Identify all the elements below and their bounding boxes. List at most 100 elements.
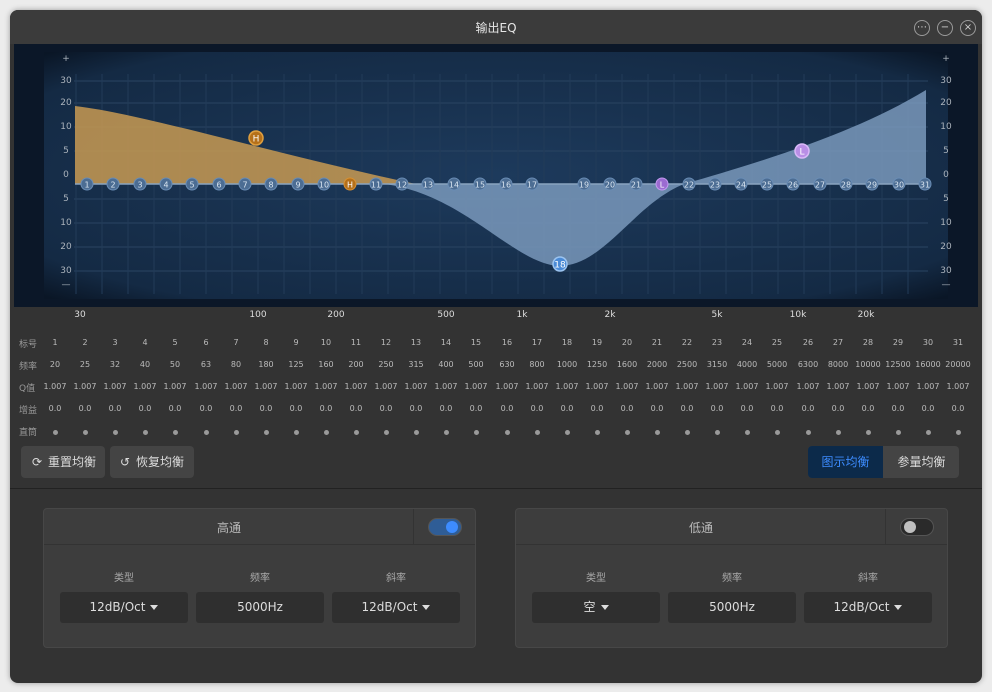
- lowpass-type-select[interactable]: 空: [532, 592, 660, 623]
- bypass-dot[interactable]: [83, 430, 88, 435]
- band-q-cell[interactable]: 1.007: [221, 382, 251, 391]
- band-marker[interactable]: 28: [839, 177, 853, 191]
- band-marker[interactable]: 5: [185, 177, 199, 191]
- band-freq-cell[interactable]: 315: [401, 360, 431, 369]
- band-gain-cell[interactable]: 0.0: [732, 404, 762, 413]
- bypass-dot[interactable]: [625, 430, 630, 435]
- band-gain-cell[interactable]: 0.0: [702, 404, 732, 413]
- band-freq-cell[interactable]: 2500: [672, 360, 702, 369]
- bypass-dot[interactable]: [896, 430, 901, 435]
- band-freq-cell[interactable]: 12500: [883, 360, 913, 369]
- band-freq-cell[interactable]: 50: [160, 360, 190, 369]
- band-q-cell[interactable]: 1.007: [883, 382, 913, 391]
- band-freq-cell[interactable]: 2000: [642, 360, 672, 369]
- band-q-cell[interactable]: 1.007: [492, 382, 522, 391]
- band-q-cell[interactable]: 1.007: [672, 382, 702, 391]
- bypass-dot[interactable]: [113, 430, 118, 435]
- band-gain-cell[interactable]: 0.0: [552, 404, 582, 413]
- bypass-dot[interactable]: [143, 430, 148, 435]
- bypass-dot[interactable]: [655, 430, 660, 435]
- parametric-eq-tab[interactable]: 参量均衡: [884, 446, 959, 478]
- band-gain-cell[interactable]: 0.0: [371, 404, 401, 413]
- restore-eq-button[interactable]: ↺ 恢复均衡: [110, 446, 194, 478]
- eq-curve-plot[interactable]: 1 2 3 4 5 6 7 8 9 10 H 11 12 13 14 15 16 17 19 20 21 L 22 23 24 2…: [14, 44, 978, 307]
- bypass-dot[interactable]: [806, 430, 811, 435]
- band-marker[interactable]: 24: [734, 177, 748, 191]
- band-marker[interactable]: 19: [577, 177, 591, 191]
- band-marker[interactable]: 2: [106, 177, 120, 191]
- band-gain-cell[interactable]: 0.0: [100, 404, 130, 413]
- band-marker[interactable]: 26: [786, 177, 800, 191]
- band-gain-cell[interactable]: 0.0: [793, 404, 823, 413]
- band-marker[interactable]: 3: [133, 177, 147, 191]
- band-gain-cell[interactable]: 0.0: [191, 404, 221, 413]
- highpass-type-select[interactable]: 12dB/Oct: [60, 592, 188, 623]
- gain-scale-tick[interactable]: —: [926, 277, 966, 293]
- band-marker[interactable]: 4: [159, 177, 173, 191]
- band-marker[interactable]: 25: [760, 177, 774, 191]
- bypass-dot[interactable]: [444, 430, 449, 435]
- band-marker[interactable]: 21: [629, 177, 643, 191]
- band-gain-cell[interactable]: 0.0: [853, 404, 883, 413]
- band-q-cell[interactable]: 1.007: [371, 382, 401, 391]
- band-freq-cell[interactable]: 20000: [943, 360, 973, 369]
- band-freq-cell[interactable]: 500: [461, 360, 491, 369]
- band-marker[interactable]: 15: [473, 177, 487, 191]
- band-marker[interactable]: 13: [421, 177, 435, 191]
- band-q-cell[interactable]: 1.007: [732, 382, 762, 391]
- band-gain-cell[interactable]: 0.0: [943, 404, 973, 413]
- band-gain-cell[interactable]: 0.0: [281, 404, 311, 413]
- band-marker[interactable]: 23: [708, 177, 722, 191]
- band-gain-cell[interactable]: 0.0: [160, 404, 190, 413]
- graphic-eq-tab[interactable]: 图示均衡: [808, 446, 883, 478]
- bypass-dot[interactable]: [775, 430, 780, 435]
- band-gain-cell[interactable]: 0.0: [311, 404, 341, 413]
- minimize-icon[interactable]: −: [937, 20, 953, 36]
- band-q-cell[interactable]: 1.007: [943, 382, 973, 391]
- band-q-cell[interactable]: 1.007: [823, 382, 853, 391]
- highpass-slope-select[interactable]: 12dB/Oct: [332, 592, 460, 623]
- bypass-dot[interactable]: [926, 430, 931, 435]
- lowpass-slope-select[interactable]: 12dB/Oct: [804, 592, 932, 623]
- bypass-dot[interactable]: [535, 430, 540, 435]
- bypass-dot[interactable]: [836, 430, 841, 435]
- band-gain-cell[interactable]: 0.0: [130, 404, 160, 413]
- band-q-cell[interactable]: 1.007: [130, 382, 160, 391]
- band-q-cell[interactable]: 1.007: [793, 382, 823, 391]
- band-gain-cell[interactable]: 0.0: [40, 404, 70, 413]
- band-gain-cell[interactable]: 0.0: [582, 404, 612, 413]
- band-freq-cell[interactable]: 180: [251, 360, 281, 369]
- band-gain-cell[interactable]: 0.0: [612, 404, 642, 413]
- band-freq-cell[interactable]: 400: [431, 360, 461, 369]
- band-q-cell[interactable]: 1.007: [160, 382, 190, 391]
- band-marker[interactable]: 11: [369, 177, 383, 191]
- bypass-dot[interactable]: [294, 430, 299, 435]
- band-gain-cell[interactable]: 0.0: [672, 404, 702, 413]
- band-freq-cell[interactable]: 800: [522, 360, 552, 369]
- band-freq-cell[interactable]: 32: [100, 360, 130, 369]
- band-q-cell[interactable]: 1.007: [612, 382, 642, 391]
- band-marker[interactable]: 10: [317, 177, 331, 191]
- reset-eq-button[interactable]: ⟳ 重置均衡: [21, 446, 105, 478]
- band-marker[interactable]: L: [655, 177, 669, 191]
- band-q-cell[interactable]: 1.007: [70, 382, 100, 391]
- band-freq-cell[interactable]: 4000: [732, 360, 762, 369]
- bypass-dot[interactable]: [354, 430, 359, 435]
- band-marker[interactable]: H: [343, 177, 357, 191]
- band-q-cell[interactable]: 1.007: [522, 382, 552, 391]
- band-q-cell[interactable]: 1.007: [100, 382, 130, 391]
- band-freq-cell[interactable]: 20: [40, 360, 70, 369]
- band-18-handle[interactable]: 18: [552, 256, 568, 272]
- band-gain-cell[interactable]: 0.0: [431, 404, 461, 413]
- highpass-toggle[interactable]: [428, 518, 462, 536]
- band-marker[interactable]: 30: [892, 177, 906, 191]
- band-gain-cell[interactable]: 0.0: [401, 404, 431, 413]
- band-gain-cell[interactable]: 0.0: [913, 404, 943, 413]
- band-q-cell[interactable]: 1.007: [702, 382, 732, 391]
- bypass-dot[interactable]: [264, 430, 269, 435]
- band-gain-cell[interactable]: 0.0: [492, 404, 522, 413]
- bypass-dot[interactable]: [595, 430, 600, 435]
- band-freq-cell[interactable]: 40: [130, 360, 160, 369]
- bypass-dot[interactable]: [474, 430, 479, 435]
- gain-scale-tick[interactable]: +: [46, 51, 86, 67]
